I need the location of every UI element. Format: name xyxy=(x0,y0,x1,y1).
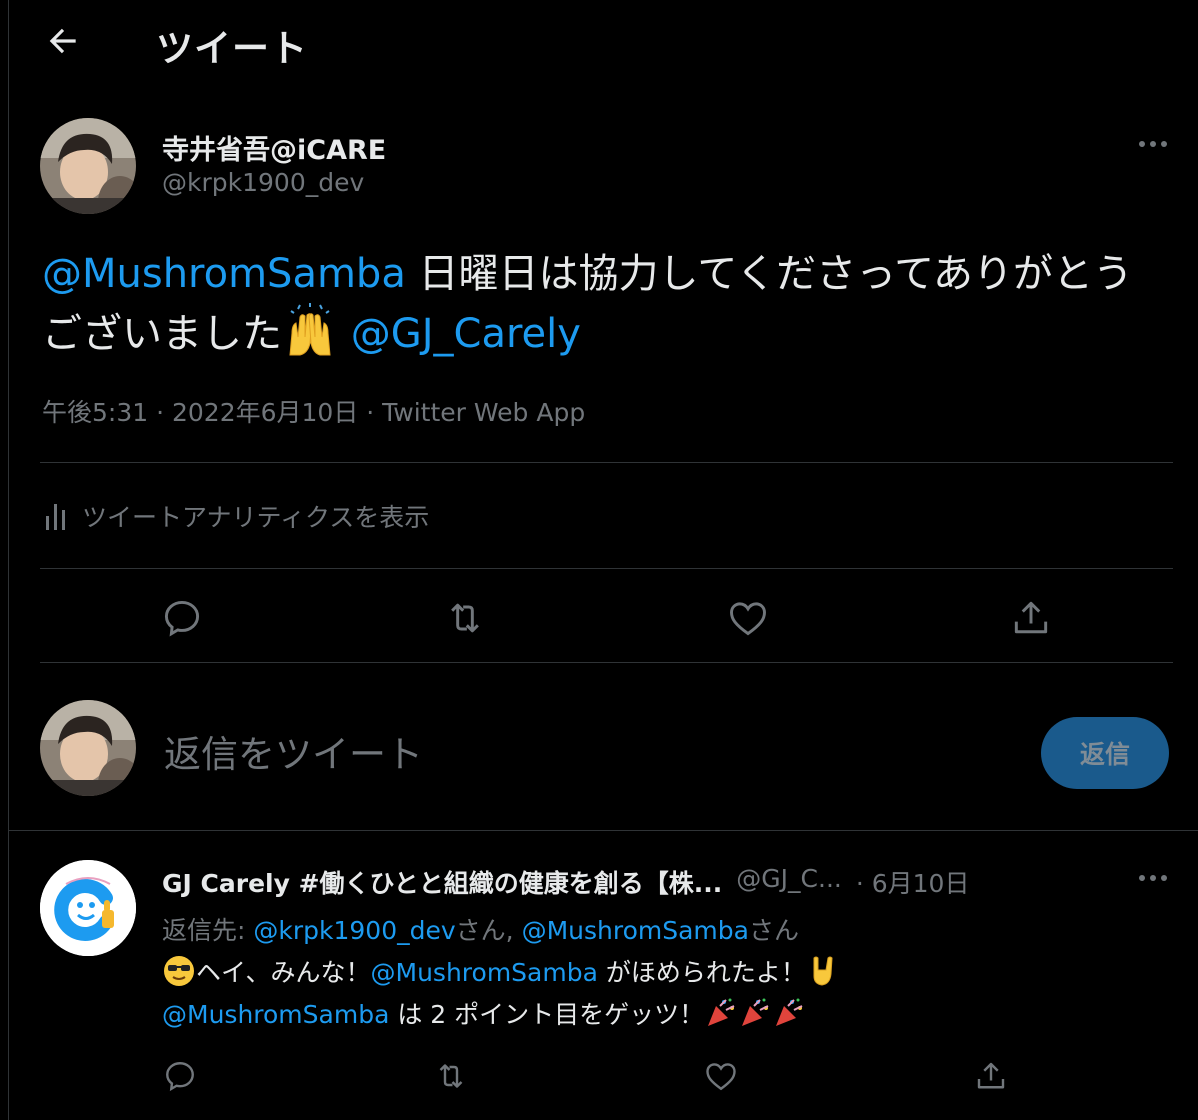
reply-text: は 2 ポイント目をゲッツ！ xyxy=(389,1000,705,1029)
header: ツイート xyxy=(0,0,1198,84)
divider xyxy=(8,830,1198,831)
reply-action-button[interactable] xyxy=(160,596,204,640)
like-action-button[interactable] xyxy=(702,1058,740,1094)
heart-icon xyxy=(730,602,766,636)
back-button[interactable] xyxy=(44,22,82,60)
reply-text: がほめられたよ！ xyxy=(597,958,806,987)
retweet-icon xyxy=(439,1064,463,1088)
tweet-text: @MushromSamba 日曜日は協力してくださってありがとうございました @… xyxy=(42,245,1162,363)
sunglasses-emoji-icon xyxy=(162,954,196,988)
author-display-name[interactable]: 寺井省吾@iCARE xyxy=(162,128,386,167)
reply-to-prefix: 返信先: xyxy=(162,916,254,945)
reply-author-handle[interactable]: @GJ_C... xyxy=(736,864,842,900)
raising-hands-emoji-icon xyxy=(282,303,338,359)
reply-to-suffix: さん, xyxy=(455,916,522,945)
more-options-button[interactable] xyxy=(1136,134,1170,154)
reply-body: ヘイ、みんな！@MushromSamba がほめられたよ！ @MushromSa… xyxy=(162,952,1142,1036)
reply-text: ヘイ、みんな！ xyxy=(196,958,371,987)
divider xyxy=(40,662,1173,663)
analytics-link[interactable]: ツイートアナリティクスを表示 xyxy=(44,496,429,536)
reply-icon xyxy=(164,600,200,637)
reply-more-options-button[interactable] xyxy=(1136,868,1170,888)
share-icon xyxy=(977,1062,1005,1089)
tweet-detail-page: ツイート 寺井省吾@iCARE @krpk1900_dev @MushromSa… xyxy=(0,0,1198,1120)
reply-to-line: 返信先: @krpk1900_devさん, @MushromSambaさん xyxy=(162,911,799,947)
more-icon xyxy=(1139,141,1167,147)
reply-to-suffix: さん xyxy=(748,916,799,945)
mention-link[interactable]: @MushromSamba xyxy=(522,916,749,945)
reply-author-name[interactable]: GJ Carely #働くひとと組織の健康を創る【株... xyxy=(162,864,722,900)
party-popper-emoji-icon xyxy=(704,996,738,1030)
reply-compose-input[interactable] xyxy=(164,726,1004,782)
divider xyxy=(40,568,1173,569)
column-border xyxy=(8,0,9,1120)
page-title: ツイート xyxy=(156,27,308,70)
party-popper-emoji-icon xyxy=(738,996,772,1030)
share-action-button[interactable] xyxy=(972,1058,1010,1094)
arrow-left-icon xyxy=(49,28,76,54)
divider xyxy=(40,462,1173,463)
author-avatar[interactable] xyxy=(40,118,136,214)
rock-on-hand-emoji-icon xyxy=(806,954,840,988)
reply-author-avatar[interactable] xyxy=(40,860,136,956)
tweet-timestamp[interactable]: 午後5:31 · 2022年6月10日 · Twitter Web App xyxy=(42,393,585,429)
retweet-action-button[interactable] xyxy=(432,1058,470,1094)
analytics-label: ツイートアナリティクスを表示 xyxy=(82,503,430,532)
retweet-icon xyxy=(451,603,479,633)
more-icon xyxy=(1139,875,1167,881)
reply-submit-button[interactable]: 返信 xyxy=(1041,717,1169,789)
share-icon xyxy=(1014,601,1048,634)
reply-icon xyxy=(166,1062,194,1092)
user-avatar[interactable] xyxy=(40,700,136,796)
retweet-action-button[interactable] xyxy=(442,596,488,640)
analytics-icon xyxy=(46,504,65,530)
reply-header: GJ Carely #働くひとと組織の健康を創る【株... @GJ_C... ·… xyxy=(162,864,969,900)
mention-link[interactable]: @krpk1900_dev xyxy=(253,916,455,945)
mention-link[interactable]: @MushromSamba xyxy=(371,958,598,987)
party-popper-emoji-icon xyxy=(772,996,806,1030)
reply-action-button[interactable] xyxy=(162,1058,198,1094)
like-action-button[interactable] xyxy=(725,596,771,640)
heart-icon xyxy=(706,1063,736,1091)
author-handle[interactable]: @krpk1900_dev xyxy=(162,168,364,197)
reply-date[interactable]: · 6月10日 xyxy=(856,864,970,900)
mention-link[interactable]: @MushromSamba xyxy=(162,1000,389,1029)
mention-link[interactable]: @GJ_Carely xyxy=(351,311,581,357)
mention-link[interactable]: @MushromSamba xyxy=(42,251,406,297)
share-action-button[interactable] xyxy=(1008,596,1054,640)
